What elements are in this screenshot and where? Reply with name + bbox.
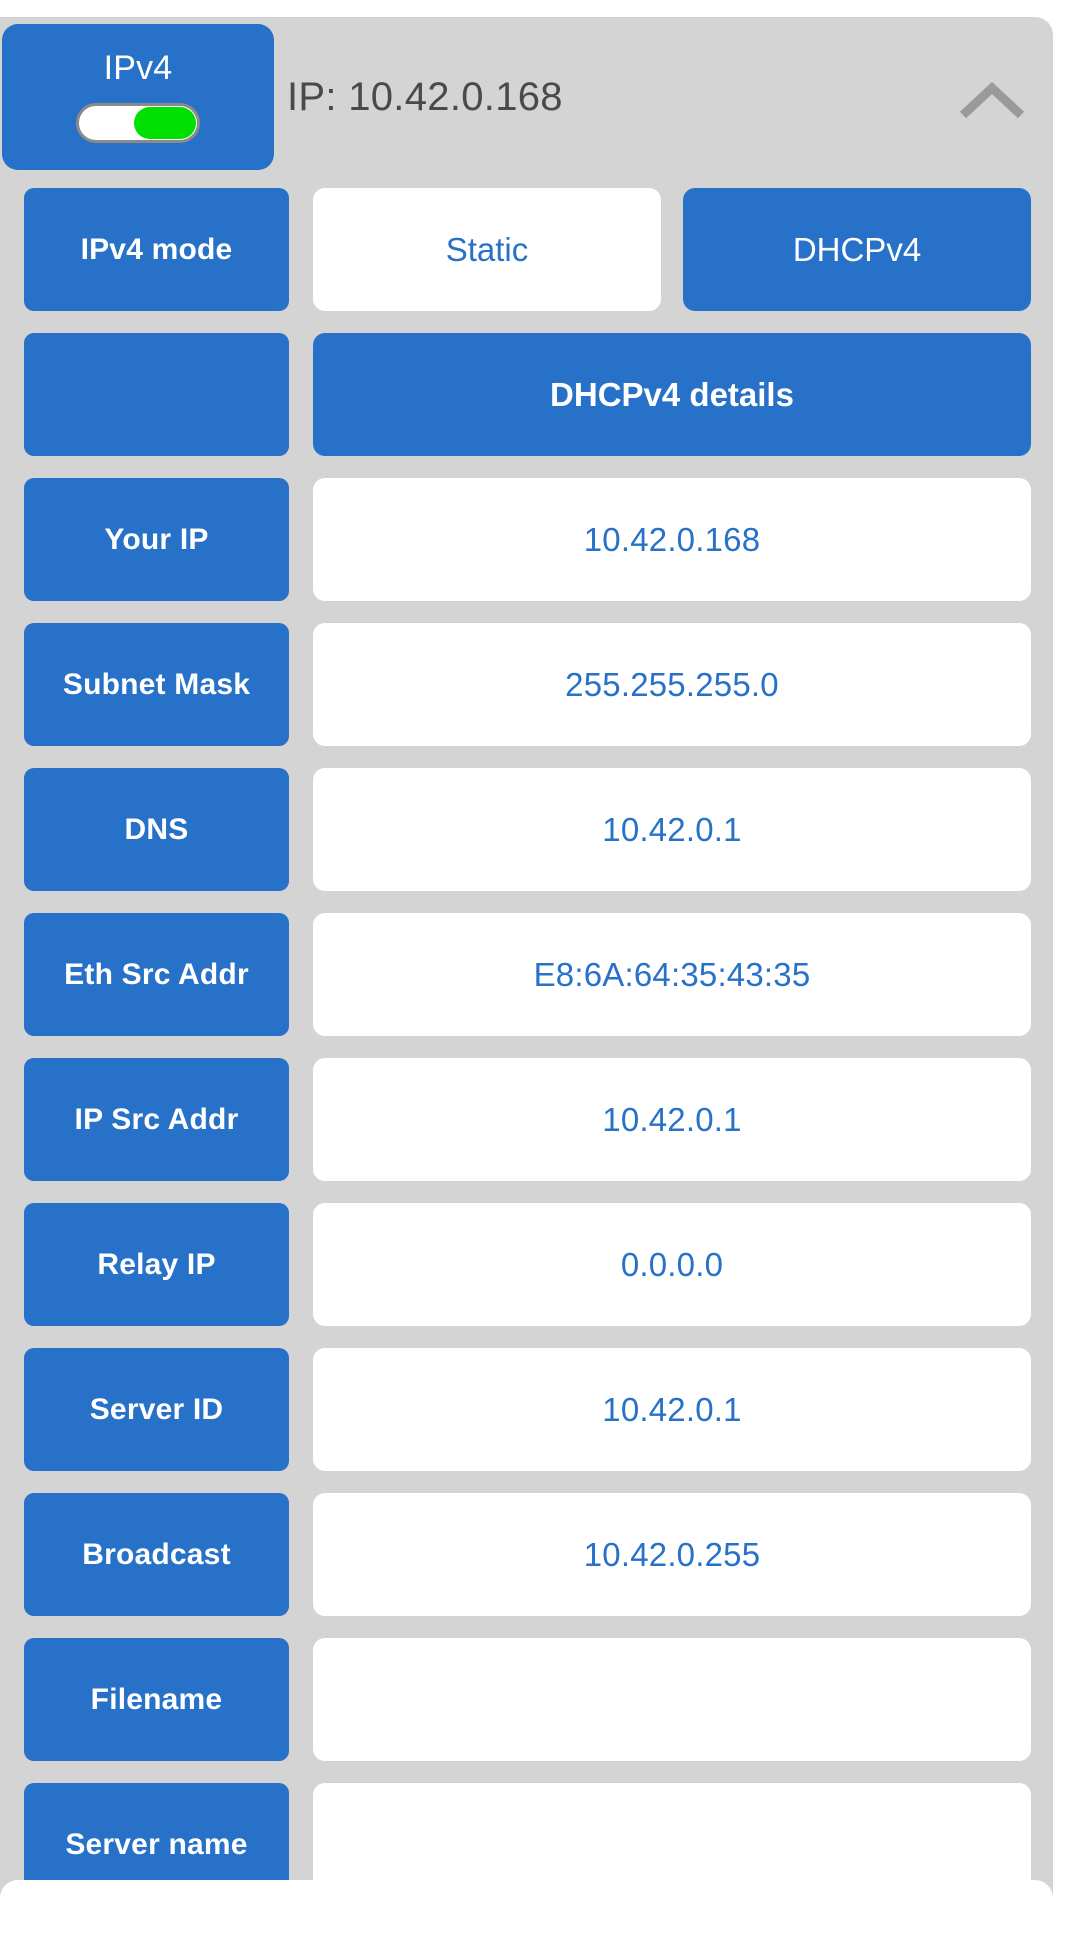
row-gap: [289, 1047, 313, 1192]
value-your-ip[interactable]: 10.42.0.168: [313, 478, 1031, 601]
toggle-knob: [134, 107, 196, 139]
value-eth-src-addr[interactable]: E8:6A:64:35:43:35: [313, 913, 1031, 1036]
row-subnet-mask: Subnet Mask 255.255.255.0: [0, 612, 1053, 757]
label-broadcast: Broadcast: [24, 1493, 289, 1616]
row-eth-src-addr: Eth Src Addr E8:6A:64:35:43:35: [0, 902, 1053, 1047]
value-filename[interactable]: [313, 1638, 1031, 1761]
settings-rows: IPv4 mode Static DHCPv4 DHCPv4 details Y…: [0, 177, 1053, 1917]
label-ipv4-mode: IPv4 mode: [24, 188, 289, 311]
row-gap: [289, 612, 313, 757]
row-gap: [289, 1337, 313, 1482]
ipv4-settings-screen: IPv4 IP: 10.42.0.168 IPv4 mode Static DH…: [0, 0, 1080, 1936]
value-subnet-mask[interactable]: 255.255.255.0: [313, 623, 1031, 746]
label-ip-src-addr: IP Src Addr: [24, 1058, 289, 1181]
row-gap: [289, 1627, 313, 1772]
previous-card-bottom-edge: [0, 0, 1053, 12]
row-gap: [289, 902, 313, 1047]
label-subnet-mask: Subnet Mask: [24, 623, 289, 746]
label-server-id: Server ID: [24, 1348, 289, 1471]
value-dns[interactable]: 10.42.0.1: [313, 768, 1031, 891]
mode-option-static[interactable]: Static: [313, 188, 661, 311]
ipv4-panel: IPv4 IP: 10.42.0.168 IPv4 mode Static DH…: [0, 17, 1053, 1919]
label-filename: Filename: [24, 1638, 289, 1761]
next-card-top-edge: [0, 1880, 1053, 1936]
row-gap: [289, 1192, 313, 1337]
row-filename: Filename: [0, 1627, 1053, 1772]
row-gap: [289, 322, 313, 467]
value-broadcast[interactable]: 10.42.0.255: [313, 1493, 1031, 1616]
row-gap: [289, 467, 313, 612]
value-ip-src-addr[interactable]: 10.42.0.1: [313, 1058, 1031, 1181]
row-dhcpv4-details: DHCPv4 details: [0, 322, 1053, 467]
row-your-ip: Your IP 10.42.0.168: [0, 467, 1053, 612]
row-ipv4-mode: IPv4 mode Static DHCPv4: [0, 177, 1053, 322]
ipv4-card-label: IPv4: [103, 49, 173, 87]
row-dns: DNS 10.42.0.1: [0, 757, 1053, 902]
ipv4-header: IPv4 IP: 10.42.0.168: [0, 17, 1053, 177]
value-server-id[interactable]: 10.42.0.1: [313, 1348, 1031, 1471]
row-gap: [289, 1482, 313, 1627]
collapse-section-button[interactable]: [949, 71, 1035, 131]
label-dns: DNS: [24, 768, 289, 891]
row-ip-src-addr: IP Src Addr 10.42.0.1: [0, 1047, 1053, 1192]
label-eth-src-addr: Eth Src Addr: [24, 913, 289, 1036]
row-gap: [289, 757, 313, 902]
label-dhcpv4-details-blank: [24, 333, 289, 456]
mode-option-dhcpv4[interactable]: DHCPv4: [683, 188, 1031, 311]
row-broadcast: Broadcast 10.42.0.255: [0, 1482, 1053, 1627]
row-relay-ip: Relay IP 0.0.0.0: [0, 1192, 1053, 1337]
ipv4-enable-toggle[interactable]: [76, 103, 200, 143]
label-your-ip: Your IP: [24, 478, 289, 601]
row-server-id: Server ID 10.42.0.1: [0, 1337, 1053, 1482]
ipv4-enable-card[interactable]: IPv4: [2, 24, 274, 170]
dhcpv4-details-button[interactable]: DHCPv4 details: [313, 333, 1031, 456]
chevron-up-icon: [959, 81, 1025, 121]
label-relay-ip: Relay IP: [24, 1203, 289, 1326]
row-gap: [289, 177, 313, 322]
ip-summary-text: IP: 10.42.0.168: [287, 74, 563, 119]
value-relay-ip[interactable]: 0.0.0.0: [313, 1203, 1031, 1326]
